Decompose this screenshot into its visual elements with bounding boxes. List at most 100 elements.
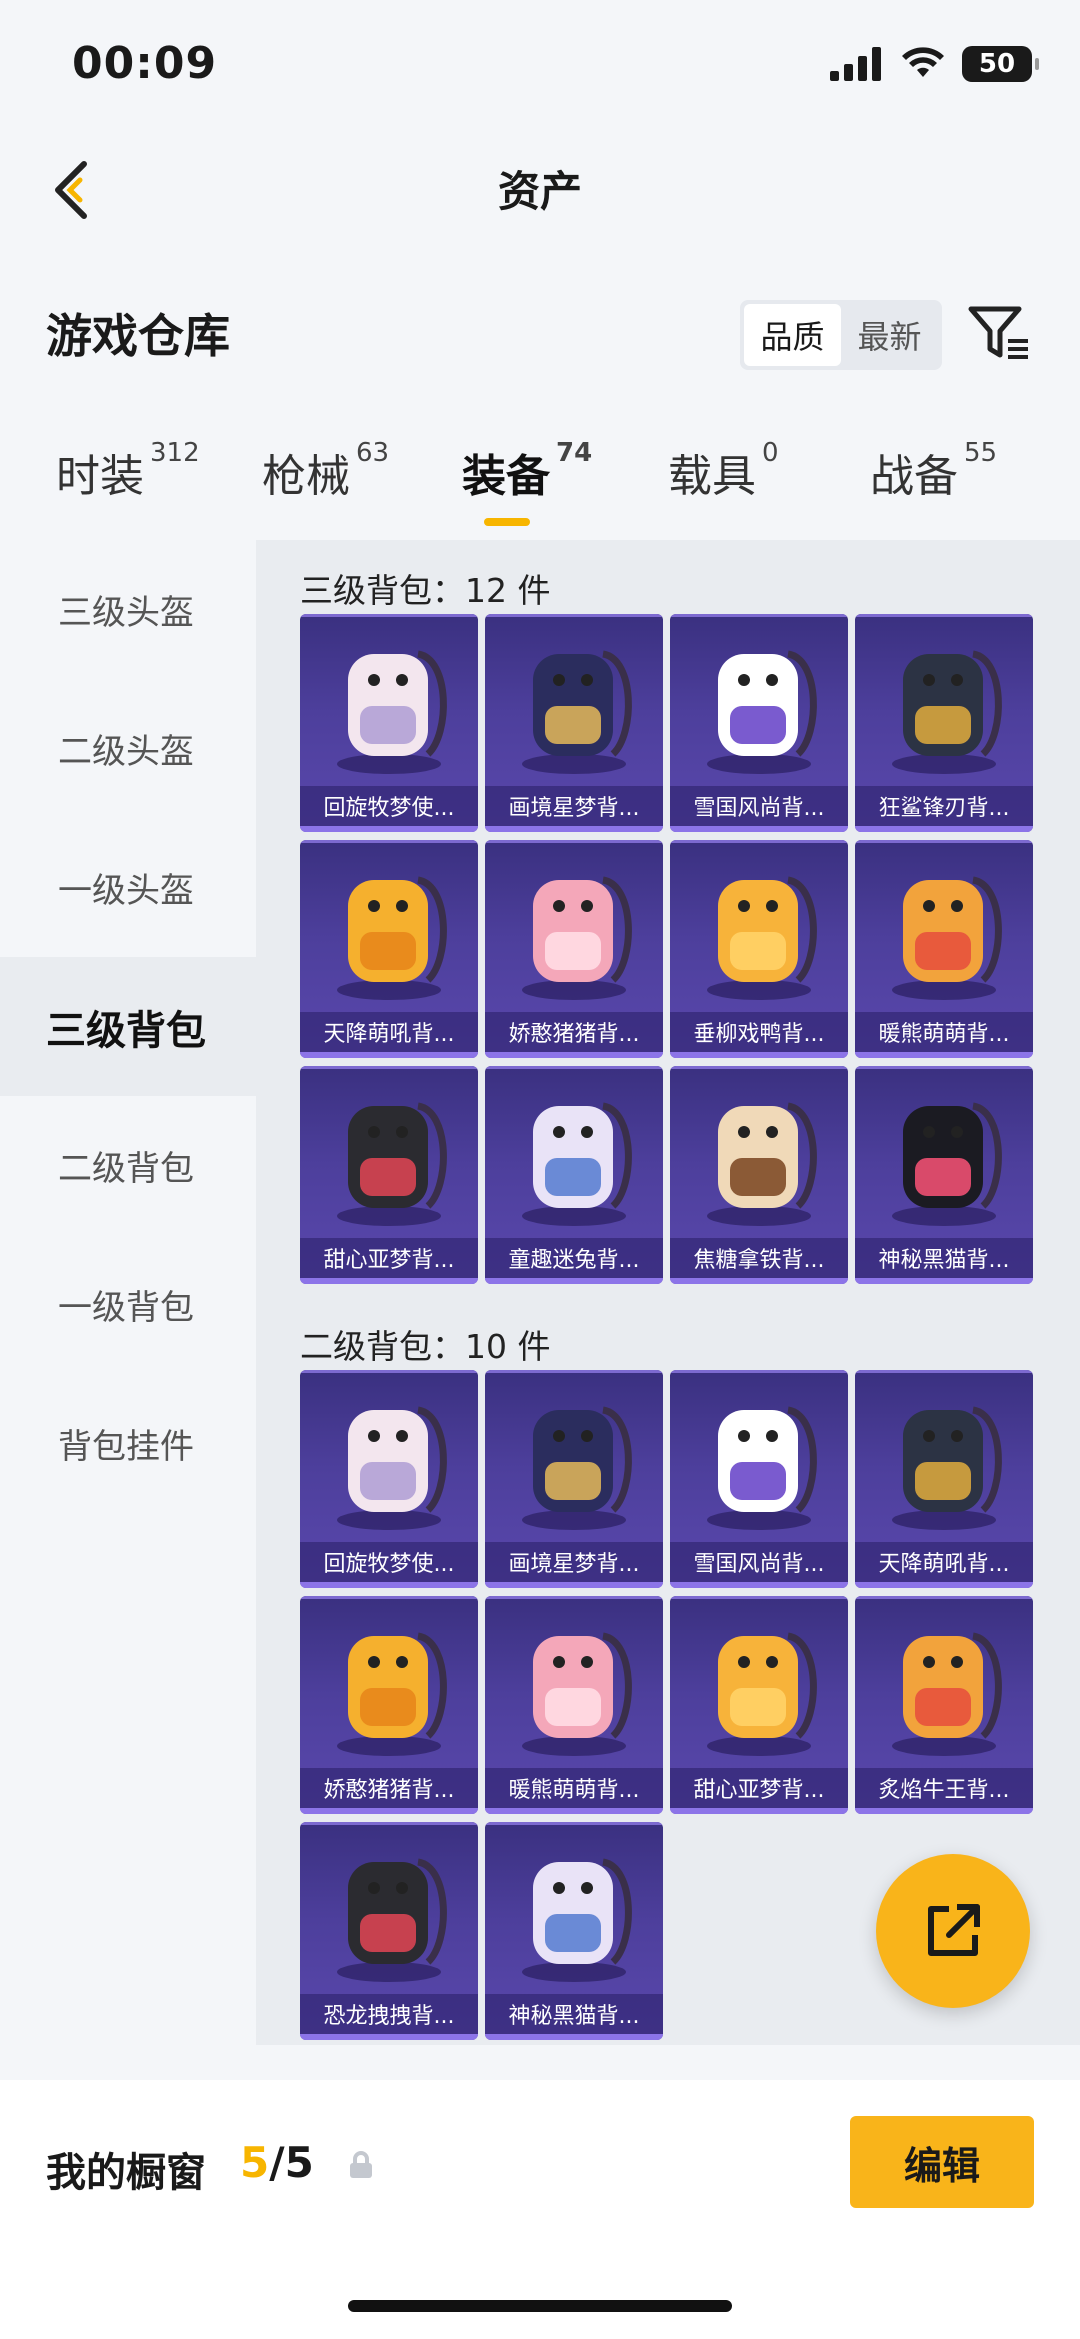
sidebar-item-backpack-charms[interactable]: 背包挂件 (0, 1374, 256, 1513)
sidebar-item-backpack-2[interactable]: 二级背包 (0, 1096, 256, 1235)
edit-button[interactable]: 编辑 (850, 2116, 1034, 2208)
item-card[interactable]: 回旋牧梦使... (300, 614, 478, 832)
quality-bar (485, 1278, 663, 1284)
backpack-image-icon (522, 650, 632, 774)
tab-vehicles[interactable]: 载具 0 (668, 438, 779, 504)
status-bar: 00:09 50 (0, 0, 1080, 130)
warehouse-title: 游戏仓库 (46, 309, 230, 363)
backpack-image-icon (337, 1406, 447, 1530)
sidebar-item-helmet-2[interactable]: 二级头盔 (0, 679, 256, 818)
showcase-total: /5 (269, 2138, 314, 2187)
lock-icon (350, 2151, 372, 2178)
showcase-current: 5 (240, 2138, 270, 2187)
backpack-image-icon (892, 1406, 1002, 1530)
item-name: 狂鲨锋刃背... (855, 786, 1033, 826)
showcase-bar: 我的橱窗 5/5 编辑 (0, 2080, 1080, 2339)
tab-count: 63 (356, 438, 390, 469)
item-card[interactable]: 天降萌吼背... (855, 1370, 1033, 1588)
showcase-label: 我的橱窗 (46, 2150, 206, 2196)
tab-label: 装备 (462, 451, 550, 502)
item-name: 雪国风尚背... (670, 1542, 848, 1582)
item-name: 甜心亚梦背... (670, 1768, 848, 1808)
item-card[interactable]: 垂柳戏鸭背... (670, 840, 848, 1058)
item-card[interactable]: 画境星梦背... (485, 614, 663, 832)
share-icon (928, 1904, 980, 1956)
item-grid-panel[interactable]: 三级背包：12 件 二级背包：10 件 回旋牧梦使... 画境星梦背... 雪国风尚… (256, 540, 1080, 2045)
quality-bar (300, 826, 478, 832)
item-card[interactable]: 狂鲨锋刃背... (855, 614, 1033, 832)
item-name: 画境星梦背... (485, 1542, 663, 1582)
item-card[interactable]: 甜心亚梦背... (300, 1066, 478, 1284)
sort-quality-option[interactable]: 品质 (744, 304, 841, 366)
sort-newest-option[interactable]: 最新 (841, 304, 938, 366)
item-card[interactable]: 画境星梦背... (485, 1370, 663, 1588)
tab-fashion[interactable]: 时装 312 (56, 438, 200, 504)
sidebar-item-helmet-1[interactable]: 一级头盔 (0, 818, 256, 957)
item-card[interactable]: 神秘黑猫背... (485, 1822, 663, 2040)
item-name: 甜心亚梦背... (300, 1238, 478, 1278)
item-card[interactable]: 回旋牧梦使... (300, 1370, 478, 1588)
quality-bar (855, 1808, 1033, 1814)
quality-bar (300, 1278, 478, 1284)
item-card[interactable]: 娇憨猪猪背... (485, 840, 663, 1058)
quality-bar (855, 1582, 1033, 1588)
backpack-image-icon (337, 1102, 447, 1226)
quality-bar (670, 1808, 848, 1814)
sidebar-item-helmet-3[interactable]: 三级头盔 (0, 540, 256, 679)
item-card[interactable]: 恐龙拽拽背... (300, 1822, 478, 2040)
item-name: 雪国风尚背... (670, 786, 848, 826)
tab-count: 74 (556, 438, 593, 469)
quality-bar (485, 1808, 663, 1814)
status-time: 00:09 (72, 38, 218, 89)
backpack-image-icon (707, 1102, 817, 1226)
backpack-image-icon (892, 1632, 1002, 1756)
item-name: 恐龙拽拽背... (300, 1994, 478, 2034)
item-card[interactable]: 暖熊萌萌背... (855, 840, 1033, 1058)
filter-button[interactable] (960, 298, 1038, 370)
backpack-image-icon (337, 876, 447, 1000)
tab-equipment[interactable]: 装备 74 (462, 438, 593, 504)
sidebar-item-backpack-3[interactable]: 三级背包 (0, 957, 256, 1096)
group-title-backpack-2: 二级背包：10 件 (300, 1327, 551, 1366)
item-card[interactable]: 童趣迷兔背... (485, 1066, 663, 1284)
item-card[interactable]: 炙焰牛王背... (855, 1596, 1033, 1814)
item-name: 炙焰牛王背... (855, 1768, 1033, 1808)
backpack-image-icon (337, 650, 447, 774)
item-card[interactable]: 雪国风尚背... (670, 614, 848, 832)
backpack-image-icon (707, 1632, 817, 1756)
item-name: 垂柳戏鸭背... (670, 1012, 848, 1052)
item-name: 神秘黑猫背... (855, 1238, 1033, 1278)
tab-label: 枪械 (262, 451, 350, 502)
backpack-image-icon (707, 1406, 817, 1530)
home-indicator (348, 2300, 732, 2312)
item-card[interactable]: 焦糖拿铁背... (670, 1066, 848, 1284)
item-name: 童趣迷兔背... (485, 1238, 663, 1278)
item-card[interactable]: 雪国风尚背... (670, 1370, 848, 1588)
item-card[interactable]: 天降萌吼背... (300, 840, 478, 1058)
backpack-image-icon (522, 1858, 632, 1982)
quality-bar (670, 1582, 848, 1588)
tab-label: 时装 (56, 451, 144, 502)
item-card[interactable]: 甜心亚梦背... (670, 1596, 848, 1814)
quality-bar (300, 2034, 478, 2040)
quality-bar (485, 1052, 663, 1058)
group-title-backpack-3: 三级背包：12 件 (300, 571, 551, 610)
backpack-image-icon (892, 876, 1002, 1000)
quality-bar (670, 1052, 848, 1058)
item-card[interactable]: 神秘黑猫背... (855, 1066, 1033, 1284)
quality-bar (300, 1808, 478, 1814)
item-card[interactable]: 暖熊萌萌背... (485, 1596, 663, 1814)
item-name: 回旋牧梦使... (300, 786, 478, 826)
status-icons: 50 (830, 44, 1039, 84)
sidebar-item-backpack-1[interactable]: 一级背包 (0, 1235, 256, 1374)
backpack-image-icon (522, 876, 632, 1000)
tab-gear[interactable]: 战备 55 (870, 438, 997, 504)
tab-guns[interactable]: 枪械 63 (262, 438, 390, 504)
item-name: 回旋牧梦使... (300, 1542, 478, 1582)
quality-bar (300, 1052, 478, 1058)
backpack-image-icon (337, 1632, 447, 1756)
battery-indicator: 50 (962, 46, 1039, 82)
share-button[interactable] (876, 1854, 1030, 2008)
tab-count: 0 (762, 438, 779, 469)
item-card[interactable]: 娇憨猪猪背... (300, 1596, 478, 1814)
